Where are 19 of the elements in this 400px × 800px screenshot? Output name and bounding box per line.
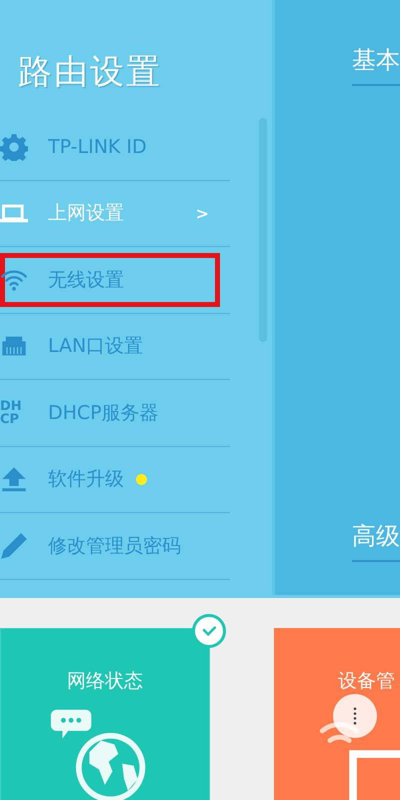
gear-icon <box>0 132 28 161</box>
section-tab[interactable]: 基本 <box>352 44 400 86</box>
menu-item[interactable]: 无线设置 <box>0 252 220 307</box>
upload-icon <box>0 465 28 494</box>
menu-item[interactable]: LAN口设置 <box>0 319 220 374</box>
sidebar-title: 路由设置 <box>18 51 163 94</box>
card-title: 网络状态 <box>67 669 143 694</box>
feature-card[interactable]: 网络状态 <box>0 628 210 800</box>
dhcp-icon: DH CP <box>0 400 28 426</box>
menu-item[interactable]: 修改管理员密码 <box>0 518 220 573</box>
chevron: > <box>196 204 209 223</box>
menu-item[interactable]: TP-LINK ID <box>0 120 220 174</box>
menu-item[interactable]: 上网设置 > <box>0 186 220 240</box>
feature-card[interactable]: 设备管 <box>274 628 400 800</box>
pencil-icon <box>0 532 28 560</box>
card-title: 设备管 <box>338 669 395 694</box>
menu-item[interactable]: DH CP DHCP服务器 <box>0 386 220 440</box>
section-tab[interactable]: 高级 <box>352 520 400 562</box>
menu-item[interactable]: 软件升级 <box>0 452 220 506</box>
